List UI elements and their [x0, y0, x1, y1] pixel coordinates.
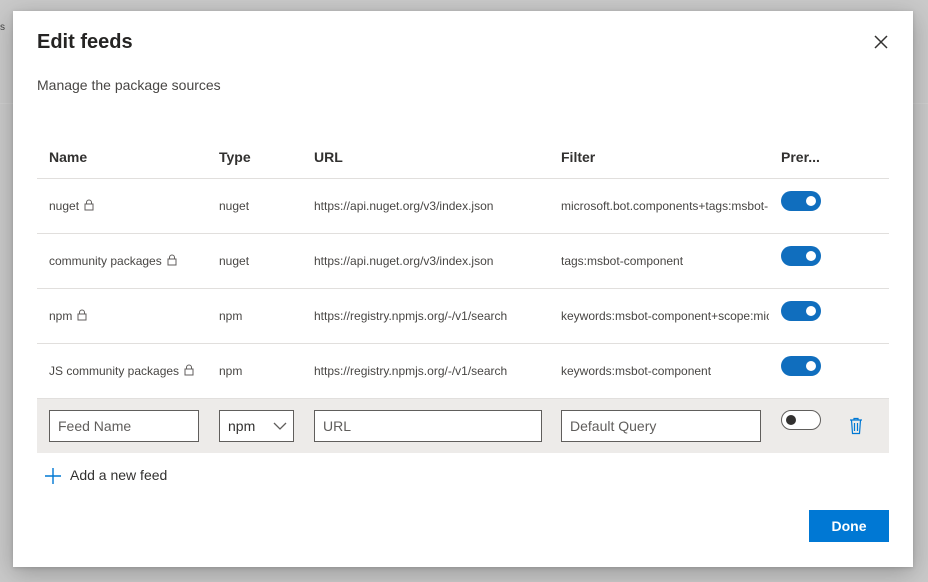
feed-name: community packages	[49, 254, 162, 268]
prerelease-toggle[interactable]	[781, 356, 821, 376]
feed-type-select-value: npm	[228, 418, 256, 434]
feed-url: https://registry.npmjs.org/-/v1/search	[314, 364, 508, 378]
feed-name: npm	[49, 309, 73, 323]
feed-name-cell: JS community packages	[49, 364, 194, 378]
dialog-subtitle: Manage the package sources	[37, 77, 221, 93]
lock-icon	[184, 364, 194, 376]
lock-icon	[167, 254, 177, 266]
prerelease-toggle[interactable]	[781, 410, 821, 430]
delete-icon[interactable]	[849, 417, 863, 435]
feed-filter: keywords:msbot-component	[561, 364, 712, 378]
header-filter: Filter	[561, 149, 596, 165]
feed-type: nuget	[219, 254, 250, 268]
new-feed-row: npm	[37, 399, 889, 453]
plus-icon	[45, 468, 61, 484]
feed-name-cell: community packages	[49, 254, 177, 268]
prerelease-toggle[interactable]	[781, 246, 821, 266]
edit-feeds-dialog: Edit feeds Manage the package sources Na…	[13, 11, 913, 567]
feed-type: npm	[219, 309, 243, 323]
feed-url: https://api.nuget.org/v3/index.json	[314, 254, 494, 268]
feed-type-select[interactable]: npm	[219, 410, 294, 442]
dialog-title: Edit feeds	[37, 31, 133, 53]
feed-filter: tags:msbot-component	[561, 254, 684, 268]
feeds-table: Name Type URL Filter Prer... nuget nuget…	[37, 135, 889, 453]
add-feed-label: Add a new feed	[70, 467, 168, 483]
close-icon	[874, 35, 888, 49]
feed-name: nuget	[49, 199, 80, 213]
background-text-fragment: s	[0, 22, 5, 33]
table-row: community packages nuget https://api.nug…	[37, 234, 889, 289]
prerelease-toggle[interactable]	[781, 301, 821, 321]
close-button[interactable]	[870, 31, 892, 53]
feed-name-cell: nuget	[49, 199, 94, 213]
lock-icon	[84, 199, 94, 211]
table-row: JS community packages npm https://regist…	[37, 344, 889, 399]
done-button[interactable]: Done	[809, 510, 889, 542]
chevron-down-icon	[273, 422, 287, 430]
table-row: npm npm https://registry.npmjs.org/-/v1/…	[37, 289, 889, 344]
table-row: nuget nuget https://api.nuget.org/v3/ind…	[37, 179, 889, 234]
feed-type: npm	[219, 364, 243, 378]
feed-filter: keywords:msbot-component+scope:mic	[561, 309, 769, 323]
feed-name-cell: npm	[49, 309, 87, 323]
feed-url-input[interactable]	[314, 410, 542, 442]
feed-filter: microsoft.bot.components+tags:msbot-	[561, 199, 769, 213]
feed-url: https://registry.npmjs.org/-/v1/search	[314, 309, 508, 323]
header-prerelease: Prer...	[781, 149, 820, 165]
lock-icon	[77, 309, 87, 321]
feed-filter-input[interactable]	[561, 410, 761, 442]
prerelease-toggle[interactable]	[781, 191, 821, 211]
feed-type: nuget	[219, 199, 250, 213]
header-name: Name	[49, 149, 88, 165]
feed-name: JS community packages	[49, 364, 180, 378]
header-url: URL	[314, 149, 343, 165]
feed-url: https://api.nuget.org/v3/index.json	[314, 199, 494, 213]
table-header-row: Name Type URL Filter Prer...	[37, 135, 889, 179]
feed-name-input[interactable]	[49, 410, 199, 442]
header-type: Type	[219, 149, 251, 165]
